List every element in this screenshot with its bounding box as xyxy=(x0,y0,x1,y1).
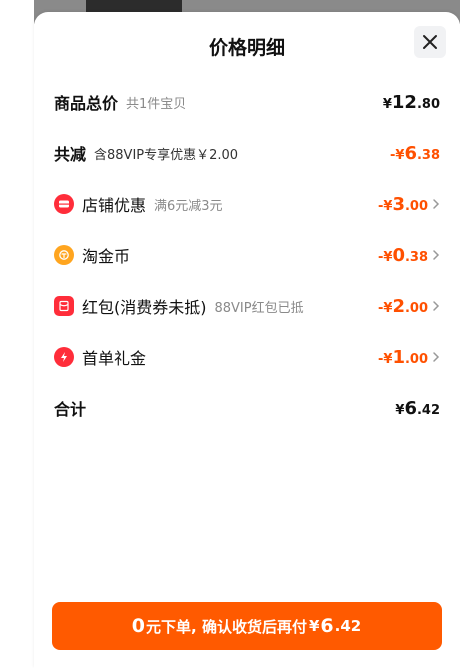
red-packet-row[interactable]: 红包(消费券未抵) 88VIP红包已抵 -¥ 2.00 xyxy=(54,291,440,321)
taojin-coin-decimal: .38 xyxy=(404,249,428,265)
taojin-coin-currency: -¥ xyxy=(377,249,393,265)
subtotal-label: 商品总价 xyxy=(54,94,119,113)
grand-total-row: 合计 ¥6.42 xyxy=(54,393,440,423)
red-packet-note: 88VIP红包已抵 xyxy=(214,300,304,316)
subtotal-integer: 12 xyxy=(391,91,417,113)
cta-text: 元下单, 确认收货后再付 xyxy=(146,617,307,636)
coin-icon xyxy=(54,245,74,265)
lightning-icon xyxy=(54,347,74,367)
red-packet-amount: -¥ 2.00 xyxy=(378,296,428,317)
price-detail-sheet: 价格明细 商品总价 共1件宝贝 ¥12.80 共减 含88VIP专享优惠￥2.0… xyxy=(34,12,460,668)
store-discount-row[interactable]: 店铺优惠 满6元减3元 -¥ 3.00 xyxy=(54,189,440,219)
grand-total-integer: 6 xyxy=(404,397,417,419)
total-discount-decimal: .38 xyxy=(416,147,440,163)
subtotal-amount: ¥12.80 xyxy=(383,92,440,113)
grand-total-currency: ¥ xyxy=(395,402,405,418)
red-packet-decimal: .00 xyxy=(404,300,428,316)
first-order-gift-label: 首单礼金 xyxy=(82,349,147,368)
chevron-right-icon xyxy=(432,351,440,363)
store-discount-amount: -¥ 3.00 xyxy=(378,194,428,215)
cta-zero-amount: 0 xyxy=(131,615,146,637)
subtotal-currency: ¥ xyxy=(382,96,392,112)
red-packet-icon xyxy=(54,296,74,316)
first-order-gift-decimal: .00 xyxy=(404,351,428,367)
subtotal-decimal: .80 xyxy=(416,96,440,112)
total-discount-amount: -¥ 6.38 xyxy=(390,143,440,164)
red-packet-label: 红包(消费券未抵) xyxy=(82,298,207,317)
cta-currency: ¥ xyxy=(308,617,320,635)
total-discount-currency: -¥ xyxy=(389,147,405,163)
backdrop-left-area xyxy=(0,0,34,668)
taojin-coin-label: 淘金币 xyxy=(82,247,131,266)
first-order-gift-currency: -¥ xyxy=(377,351,393,367)
subtotal-item-count: 共1件宝贝 xyxy=(126,96,187,112)
grand-total-label: 合计 xyxy=(54,400,87,419)
cta-decimal: .42 xyxy=(334,617,362,635)
total-discount-label: 共减 xyxy=(54,145,87,164)
store-discount-currency: -¥ xyxy=(377,198,393,214)
grand-total-decimal: .42 xyxy=(416,402,440,418)
chevron-right-icon xyxy=(432,198,440,210)
taojin-coin-row[interactable]: 淘金币 -¥ 0.38 xyxy=(54,240,440,270)
first-order-gift-integer: 1 xyxy=(392,346,405,368)
red-packet-integer: 2 xyxy=(392,295,405,317)
taojin-coin-amount: -¥ 0.38 xyxy=(378,245,428,266)
chevron-right-icon xyxy=(432,249,440,261)
taojin-coin-integer: 0 xyxy=(392,244,405,266)
subtotal-row: 商品总价 共1件宝贝 ¥12.80 xyxy=(54,87,440,117)
close-icon xyxy=(423,35,437,49)
total-discount-note: 含88VIP专享优惠￥2.00 xyxy=(94,147,239,163)
store-discount-integer: 3 xyxy=(392,193,405,215)
total-discount-row: 共减 含88VIP专享优惠￥2.00 -¥ 6.38 xyxy=(54,138,440,168)
total-discount-integer: 6 xyxy=(404,142,417,164)
first-order-gift-row[interactable]: 首单礼金 -¥ 1.00 xyxy=(54,342,440,372)
first-order-gift-amount: -¥ 1.00 xyxy=(378,347,428,368)
sheet-title: 价格明细 xyxy=(208,37,285,59)
store-coupon-icon xyxy=(54,194,74,214)
store-discount-rule: 满6元减3元 xyxy=(154,198,223,214)
chevron-right-icon xyxy=(432,300,440,312)
grand-total-amount: ¥6.42 xyxy=(395,398,440,419)
red-packet-currency: -¥ xyxy=(377,300,393,316)
store-discount-decimal: .00 xyxy=(404,198,428,214)
store-discount-label: 店铺优惠 xyxy=(82,196,147,215)
pay-later-order-button[interactable]: 0 元下单, 确认收货后再付 ¥6.42 xyxy=(52,602,442,650)
close-button[interactable] xyxy=(414,26,446,58)
cta-integer: 6 xyxy=(320,615,334,637)
